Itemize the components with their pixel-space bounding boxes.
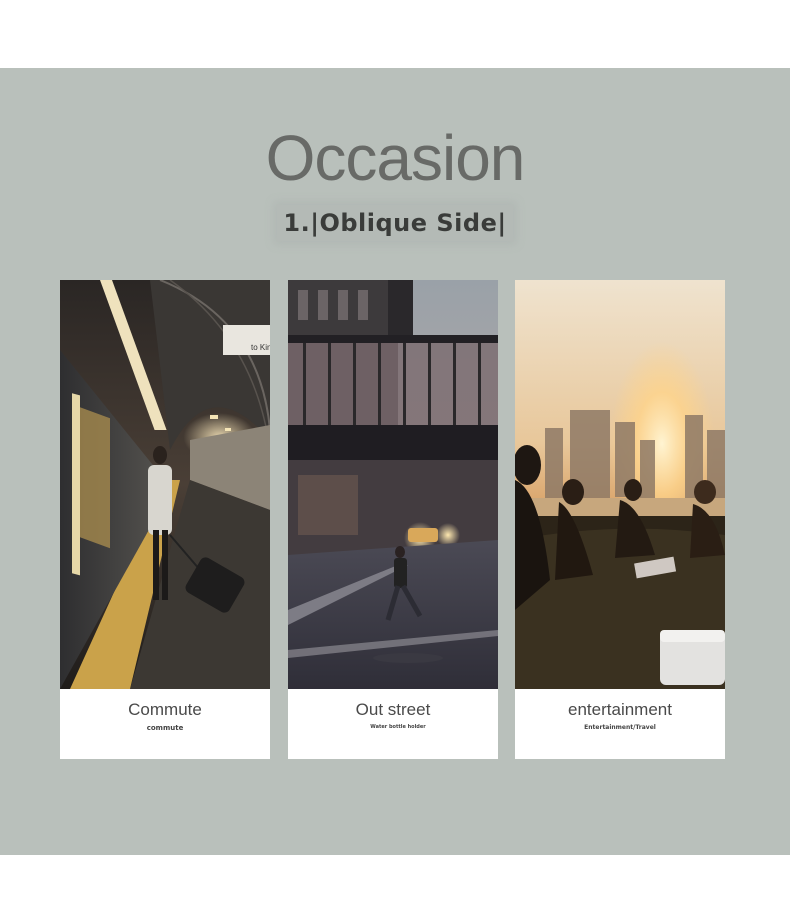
card-subcaption: Water bottle holder xyxy=(370,724,426,730)
card-caption: Out street xyxy=(355,700,431,719)
page-title: Occasion xyxy=(265,122,526,194)
page-subtitle: 1.|Oblique Side| xyxy=(277,205,513,241)
card-caption: Commute xyxy=(128,700,202,719)
station-sign: to Kin xyxy=(251,343,270,352)
page-subtitle-wrap: 1.|Oblique Side| xyxy=(0,205,790,245)
card-out-street[interactable]: Out street Water bottle holder xyxy=(288,280,498,759)
card-commute[interactable]: to Kin Commute commute xyxy=(60,280,270,759)
street-photo xyxy=(288,280,498,689)
card-subcaption: commute xyxy=(146,724,184,732)
card-subcaption: Entertainment/Travel xyxy=(584,724,656,731)
subway-photo: to Kin xyxy=(60,280,270,689)
card-entertainment[interactable]: entertainment Entertainment/Travel xyxy=(515,280,725,759)
page: Occasion 1.|Oblique Side| to Kin Commute… xyxy=(0,0,790,916)
park-sunset-photo xyxy=(515,280,725,689)
card-caption: entertainment xyxy=(568,700,672,719)
